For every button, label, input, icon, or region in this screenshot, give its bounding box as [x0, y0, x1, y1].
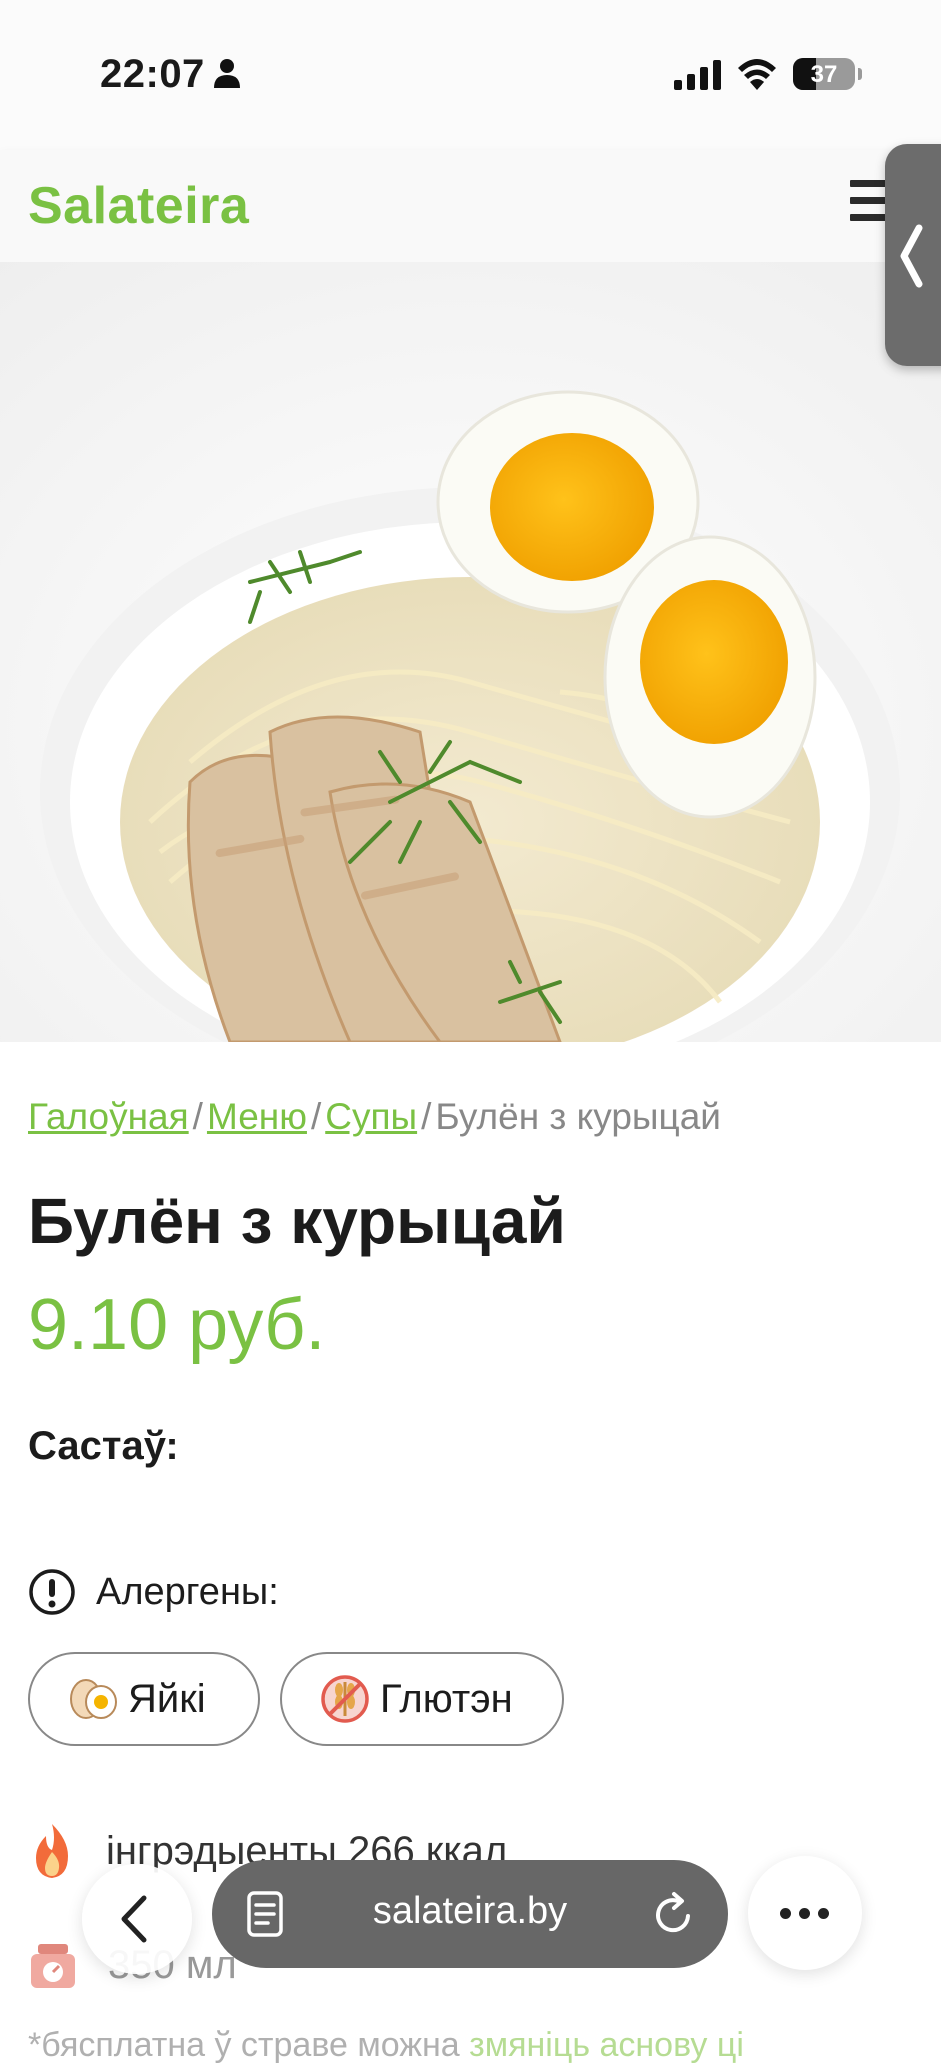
breadcrumb-separator: /	[192, 1096, 203, 1137]
back-icon	[121, 1895, 147, 1943]
collapse-tab-icon	[900, 224, 923, 288]
scale-icon	[31, 1944, 75, 1988]
product-image	[0, 262, 941, 1042]
more-button[interactable]	[748, 1856, 862, 1970]
product-title: Булён з курыцай	[28, 1185, 566, 1257]
reader-icon[interactable]	[246, 1890, 284, 1938]
allergens-header: Алергены:	[28, 1568, 279, 1616]
alert-icon	[29, 1569, 75, 1615]
status-bar: 22:07 37	[0, 0, 941, 150]
reload-icon[interactable]	[652, 1890, 696, 1938]
url-text: salateira.by	[372, 1890, 568, 1932]
battery-icon: 37	[793, 58, 862, 90]
allergen-chip-label: Яйкі	[128, 1676, 206, 1721]
battery-level: 37	[810, 61, 838, 88]
fire-icon	[36, 1824, 68, 1878]
composition-label: Састаў:	[28, 1424, 179, 1468]
wifi-icon	[738, 59, 776, 90]
address-bar[interactable]: salateira.by	[212, 1860, 728, 1968]
allergen-chip-label: Глютэн	[380, 1676, 513, 1721]
footnote-text: *бясплатна ў страве можна	[28, 2026, 460, 2064]
breadcrumb-menu-link[interactable]: Меню	[207, 1096, 307, 1137]
breadcrumb-separator: /	[421, 1096, 432, 1137]
breadcrumb-separator: /	[310, 1096, 322, 1137]
signal-icon	[674, 60, 721, 90]
breadcrumb: Галоўная / Меню / Супы / Булён з курыцай	[28, 1096, 721, 1138]
site-header: Salateira	[0, 150, 941, 262]
egg-icon	[70, 1679, 117, 1719]
gluten-icon	[321, 1675, 369, 1723]
status-time: 22:07	[100, 52, 205, 96]
product-price: 9.10 руб.	[28, 1285, 326, 1365]
breadcrumb-current: Булён з курыцай	[435, 1096, 721, 1137]
back-button[interactable]	[82, 1864, 192, 1974]
allergen-chip-eggs[interactable]: Яйкі	[28, 1652, 260, 1746]
allergens-label: Алергены:	[96, 1570, 279, 1613]
breadcrumb-soups-link[interactable]: Супы	[325, 1096, 417, 1137]
logo[interactable]: Salateira	[28, 176, 249, 236]
footnote: *бясплатна ў страве можна змяніць аснову…	[28, 2026, 744, 2065]
collapse-tab[interactable]	[885, 144, 941, 366]
more-icon	[780, 1908, 837, 1919]
allergen-chip-gluten[interactable]: Глютэн	[280, 1652, 564, 1746]
breadcrumb-home-link[interactable]: Галоўная	[28, 1096, 189, 1137]
person-icon	[214, 59, 240, 88]
footnote-link[interactable]: змяніць аснову ці	[469, 2026, 744, 2064]
